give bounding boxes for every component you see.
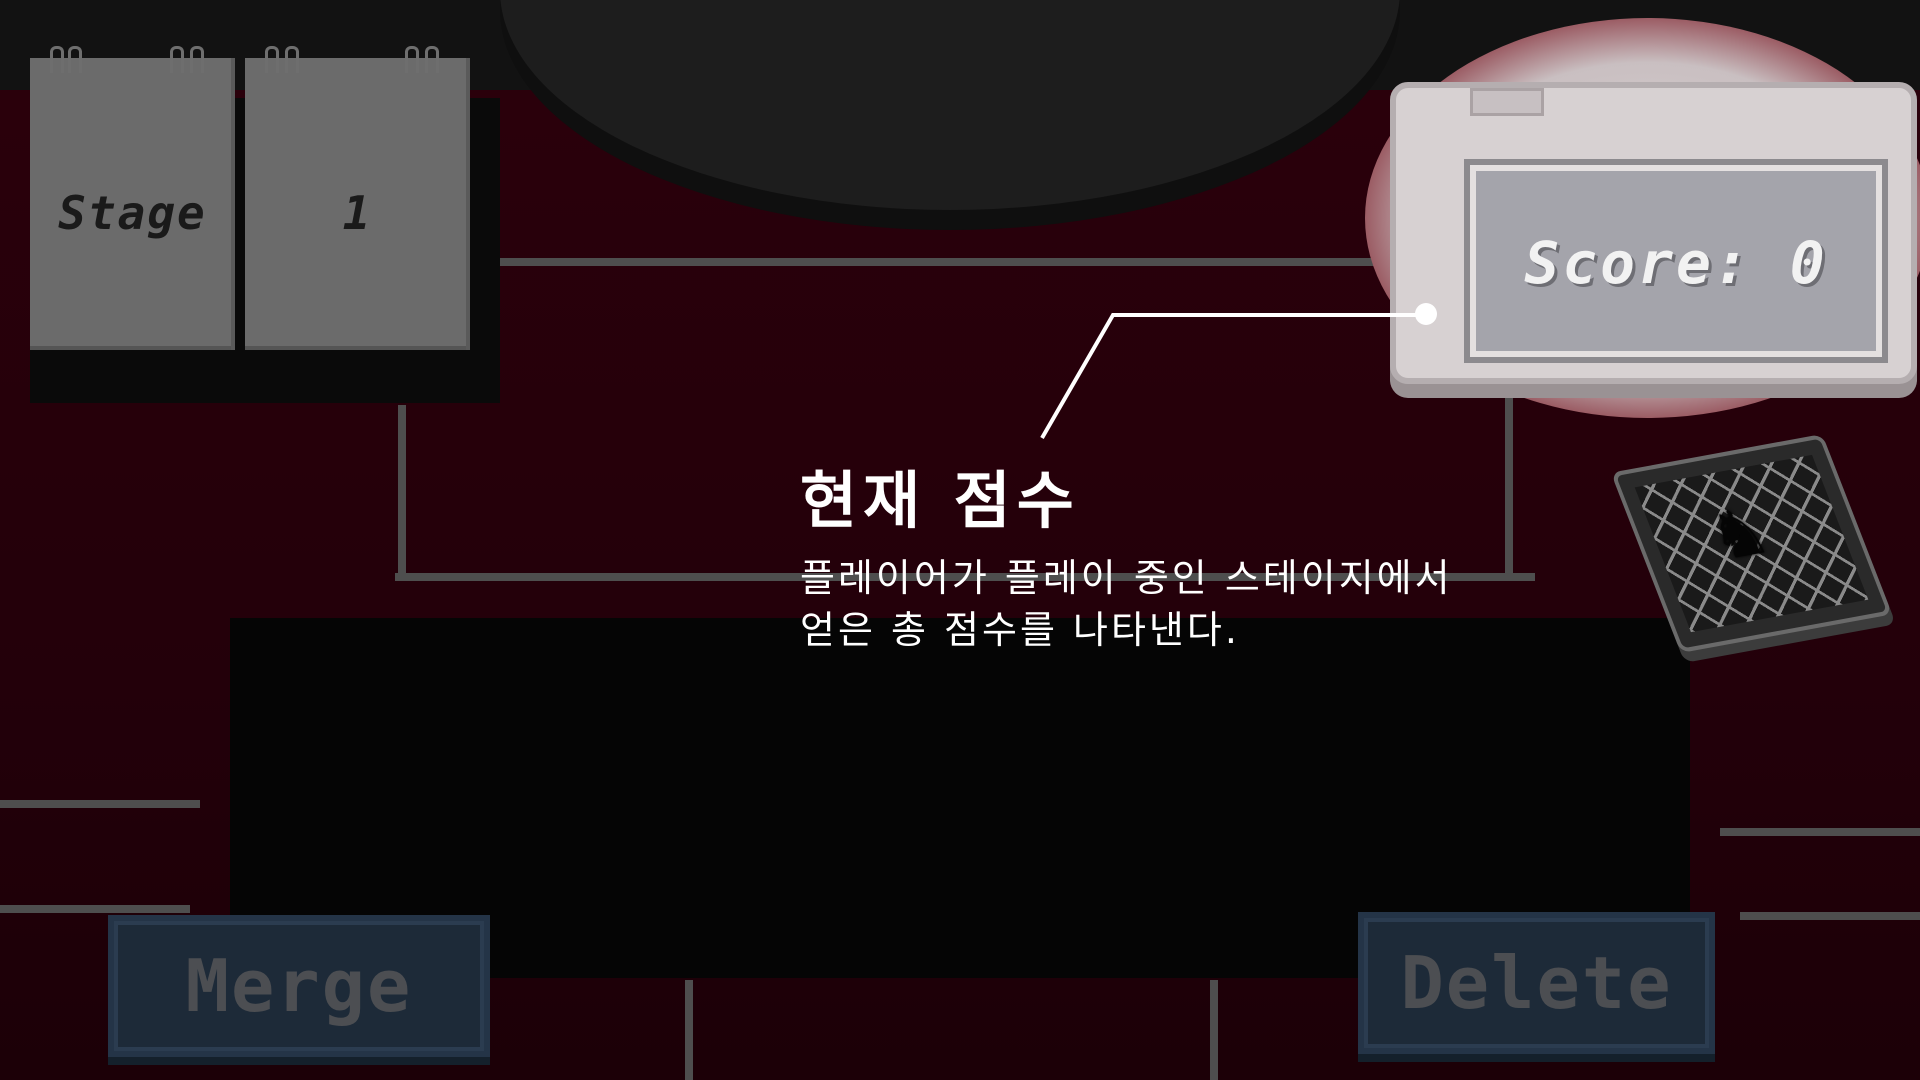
score-device-button [1470, 88, 1544, 116]
table-rail-right [1505, 382, 1513, 577]
calendar-page-label: Stage [30, 46, 235, 350]
table-rail-side-right [1720, 828, 1920, 836]
table-rail-side-left [0, 800, 200, 808]
game-scene: Stage 1 Score: 0 ♞ 현재 점수 플레이어가 플레이 중인 스테… [0, 0, 1920, 1080]
tutorial-description-line: 얻은 총 점수를 나타낸다. [800, 608, 1240, 652]
stage-number: 1 [342, 186, 373, 240]
tutorial-description-line: 플레이어가 플레이 중인 스테이지에서 [800, 556, 1453, 600]
callout-dot [1415, 303, 1437, 325]
table-rail-bottom-right [1740, 912, 1920, 920]
ring-icon [265, 46, 279, 73]
table-rail-bottom-left [0, 905, 190, 913]
merge-button-label: Merge [185, 944, 413, 1028]
table-leg-left [685, 980, 693, 1080]
merge-button[interactable]: Merge [108, 915, 490, 1057]
stage-calendar: Stage 1 [30, 46, 470, 358]
ring-icon [285, 46, 299, 73]
ring-icon [425, 46, 439, 73]
ring-icon [170, 46, 184, 73]
ring-icon [405, 46, 419, 73]
delete-button[interactable]: Delete [1358, 912, 1715, 1054]
tutorial-title: 현재 점수 [800, 464, 1080, 537]
table-rail-left [398, 405, 406, 580]
calendar-page-value: 1 [245, 46, 470, 350]
ring-icon [50, 46, 64, 73]
score-screen: Score: 0 [1464, 159, 1888, 363]
tutorial-description: 플레이어가 플레이 중인 스테이지에서 얻은 총 점수를 나타낸다. [800, 552, 1453, 656]
table-leg-right [1210, 980, 1218, 1080]
stage-label: Stage [58, 186, 207, 240]
table-rail-top [500, 258, 1380, 266]
ring-icon [68, 46, 82, 73]
ring-icon [190, 46, 204, 73]
score-value: Score: 0 [1524, 229, 1828, 297]
delete-button-label: Delete [1400, 941, 1673, 1025]
